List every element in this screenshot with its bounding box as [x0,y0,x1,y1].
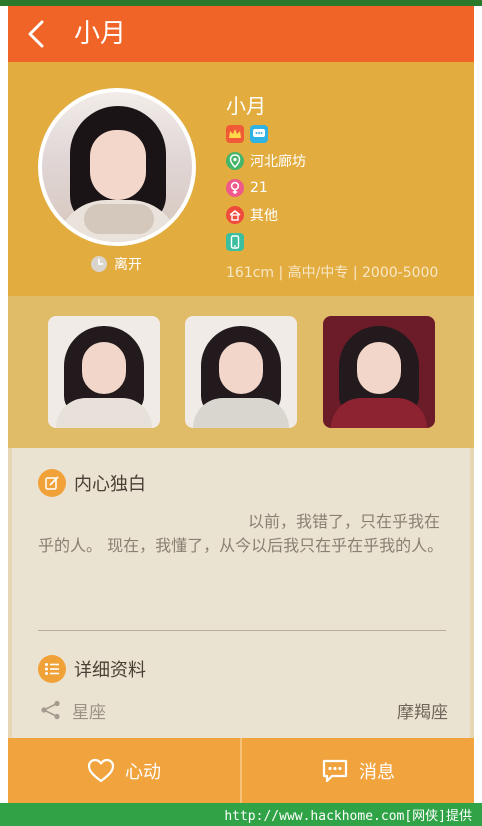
chat-icon[interactable] [250,125,268,143]
app-screen: 小月 离开 小月 河北廊坊 21 其他 161cm | 高中/中专 | 2000… [8,6,474,803]
thumb-body [331,398,427,428]
profile-details: 内心独白 以前，我错了，只在乎我在乎的人。 现在，我懂了，从今以后我只在乎在乎我… [12,448,470,738]
avatar-scarf [84,204,154,234]
marital-text: 其他 [250,208,278,224]
share-nodes-icon [41,700,60,720]
message-icon [322,759,348,782]
chevron-left-icon [28,20,44,48]
phone-row [226,232,244,252]
bottom-action-bar: 心动 消息 [8,738,474,803]
photo-thumbnail[interactable] [185,316,297,428]
location-pin-icon [226,152,244,170]
user-name: 小月 [226,94,266,118]
detail-label: 星座 [72,703,106,723]
profile-summary: 离开 小月 河北廊坊 21 其他 161cm | 高中/中专 | 2000-50… [8,62,474,296]
thumb-face [357,342,401,394]
list-icon [38,655,66,683]
thumb-body [193,398,289,428]
pencil-icon [38,469,66,497]
clock-icon [91,256,107,272]
crown-icon[interactable] [226,125,244,143]
house-icon [226,206,244,224]
avatar-face [90,130,146,200]
location-text: 河北廊坊 [250,154,306,170]
phone-icon[interactable] [226,233,244,251]
monologue-title: 内心独白 [74,474,146,495]
thumb-body [56,398,152,428]
age-text: 21 [250,180,268,196]
header-bar: 小月 [8,6,474,62]
photo-thumbnail[interactable] [48,316,160,428]
avatar[interactable] [38,88,196,246]
heart-icon [87,758,115,782]
page-title: 小月 [74,19,127,49]
thumb-face [82,342,126,394]
message-label: 消息 [359,761,395,783]
status-label: 离开 [114,257,142,273]
watermark-footer: http://www.hackhome.com[网侠]提供 [0,803,482,826]
details-header: 详细资料 [38,654,146,684]
thumb-face [219,342,263,394]
message-button[interactable]: 消息 [242,738,474,803]
monologue-text: 以前，我错了，只在乎我在乎的人。 现在，我懂了，从今以后我只在乎在乎我的人。 [38,512,444,555]
location-row: 河北廊坊 [226,151,306,171]
like-label: 心动 [125,761,161,783]
detail-value: 摩羯座 [397,703,448,723]
age-row: 21 [226,178,268,198]
marital-row: 其他 [226,205,278,225]
detail-row-zodiac: 星座 摩羯座 [38,696,448,724]
watermark-text: http://www.hackhome.com[网侠]提供 [224,809,472,824]
user-stats: 161cm | 高中/中专 | 2000-5000 [226,265,439,281]
details-title: 详细资料 [74,660,146,681]
monologue-header: 内心独白 [38,468,146,498]
female-icon [226,179,244,197]
badges-row [226,124,268,144]
photo-gallery [8,296,474,448]
section-divider [38,630,446,631]
like-button[interactable]: 心动 [8,738,240,803]
online-status: 离开 [90,254,142,274]
photo-thumbnail[interactable] [323,316,435,428]
back-button[interactable] [18,14,58,54]
